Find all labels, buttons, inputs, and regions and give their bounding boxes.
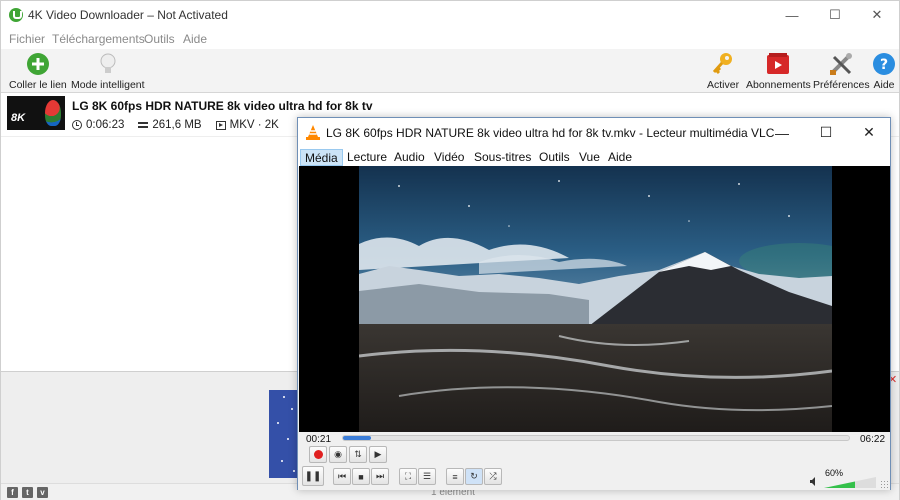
minimize-button[interactable]: — xyxy=(769,1,815,29)
help-label: Aide xyxy=(873,79,895,91)
download-meta: 0:06:23 261,6 MB MKV · 2K xyxy=(72,119,279,131)
twitter-icon[interactable]: t xyxy=(22,487,33,498)
vlc-menu-view[interactable]: Vue xyxy=(575,149,604,166)
shuffle-icon: ⤮ xyxy=(489,471,497,481)
seek-progress xyxy=(343,436,371,440)
playlist-button[interactable]: ≡ xyxy=(446,468,464,485)
shuffle-button[interactable]: ⤮ xyxy=(484,468,502,485)
app-logo-icon xyxy=(9,8,23,22)
menu-fichier[interactable]: Fichier xyxy=(9,32,45,46)
speaker-icon[interactable] xyxy=(810,477,819,486)
downloader-toolbar: Coller le lien Mode intelligent Activer … xyxy=(1,49,899,93)
menu-outils[interactable]: Outils xyxy=(144,32,175,46)
snapshot-button[interactable]: ◉ xyxy=(329,446,347,463)
maximize-button[interactable]: ☐ xyxy=(812,1,858,29)
loop-icon: ↻ xyxy=(470,471,478,481)
total-time: 06:22 xyxy=(860,434,886,445)
subscriptions-label: Abonnements xyxy=(746,79,811,91)
vlc-cone-icon xyxy=(306,125,320,140)
record-icon xyxy=(313,450,323,459)
help-icon: ? xyxy=(871,51,897,77)
previous-button[interactable]: ⏮ xyxy=(333,468,351,485)
subscriptions-icon xyxy=(765,51,791,77)
loop-button[interactable]: ↻ xyxy=(465,468,483,485)
stop-icon: ■ xyxy=(358,471,364,482)
playlist-icon: ≡ xyxy=(452,471,458,482)
tools-icon xyxy=(828,51,854,77)
downloader-titlebar: 4K Video Downloader – Not Activated — ☐ … xyxy=(1,1,899,29)
activate-button[interactable]: Activer xyxy=(707,51,739,91)
vlc-menu-subtitles[interactable]: Sous-titres xyxy=(470,149,535,166)
video-thumbnail: 8K xyxy=(7,96,65,130)
parrot-image xyxy=(45,100,61,126)
vlc-close-button[interactable]: ✕ xyxy=(847,118,891,147)
add-icon xyxy=(25,51,51,77)
frame-step-button[interactable]: ▶ xyxy=(369,446,387,463)
downloader-title: 4K Video Downloader – Not Activated xyxy=(28,8,228,22)
paste-link-label: Coller le lien xyxy=(9,79,67,91)
thumbnail-text: 8K xyxy=(11,112,26,124)
next-button[interactable]: ⏭ xyxy=(371,468,389,485)
vlc-menu-help[interactable]: Aide xyxy=(604,149,636,166)
video-frame xyxy=(359,166,832,432)
menu-telechargements[interactable]: Téléchargements xyxy=(52,32,145,46)
activate-label: Activer xyxy=(707,79,740,91)
resize-grip[interactable] xyxy=(880,480,888,488)
vlc-menu-lecture[interactable]: Lecture xyxy=(343,149,391,166)
download-duration: 0:06:23 xyxy=(86,119,125,131)
vlc-window: LG 8K 60fps HDR NATURE 8k video ultra hd… xyxy=(297,117,891,490)
smart-mode-label: Mode intelligent xyxy=(71,79,145,91)
elapsed-time: 00:21 xyxy=(306,434,332,445)
svg-text:?: ? xyxy=(880,57,888,73)
vimeo-icon[interactable]: v xyxy=(37,487,48,498)
vlc-menubar: Média Lecture Audio Vidéo Sous-titres Ou… xyxy=(298,147,890,167)
download-size: 261,6 MB xyxy=(152,119,202,131)
record-button[interactable] xyxy=(309,446,327,463)
frame-step-icon: ▶ xyxy=(374,449,382,459)
vlc-menu-video[interactable]: Vidéo xyxy=(430,149,468,166)
camera-icon: ◉ xyxy=(334,449,342,459)
next-icon: ⏭ xyxy=(375,471,385,481)
lightbulb-icon xyxy=(95,51,121,77)
video-format-icon xyxy=(215,120,226,130)
close-button[interactable]: ✕ xyxy=(854,1,900,29)
size-icon xyxy=(138,122,149,128)
key-icon xyxy=(710,51,736,77)
pause-button[interactable]: ❚❚ xyxy=(302,466,324,486)
fullscreen-icon: ⛶ xyxy=(404,471,412,481)
download-title: LG 8K 60fps HDR NATURE 8k video ultra hd… xyxy=(72,99,373,113)
vlc-title: LG 8K 60fps HDR NATURE 8k video ultra hd… xyxy=(326,126,775,140)
loop-ab-icon: ⇅ xyxy=(354,449,362,459)
preferences-label: Préférences xyxy=(813,79,870,91)
vlc-titlebar: LG 8K 60fps HDR NATURE 8k video ultra hd… xyxy=(298,118,890,147)
vlc-menu-tools[interactable]: Outils xyxy=(535,149,574,166)
clock-icon xyxy=(72,120,82,130)
extended-settings-button[interactable]: ☰ xyxy=(418,468,436,485)
seek-bar[interactable] xyxy=(342,435,850,441)
vlc-minimize-button[interactable]: — xyxy=(760,118,804,147)
vlc-menu-audio[interactable]: Audio xyxy=(390,149,429,166)
volume-fill xyxy=(824,477,856,488)
video-area[interactable] xyxy=(299,166,890,432)
menu-aide[interactable]: Aide xyxy=(183,32,207,46)
stop-button[interactable]: ■ xyxy=(352,468,370,485)
facebook-icon[interactable]: f xyxy=(7,487,18,498)
pause-icon: ❚❚ xyxy=(304,470,322,482)
vlc-maximize-button[interactable]: ☐ xyxy=(804,118,848,147)
vlc-menu-media[interactable]: Média xyxy=(300,149,343,166)
subscriptions-button[interactable]: Abonnements xyxy=(746,51,811,91)
volume-slider[interactable] xyxy=(824,477,876,488)
download-format: MKV · 2K xyxy=(229,119,279,131)
help-button[interactable]: ? Aide xyxy=(871,51,897,91)
preferences-button[interactable]: Préférences xyxy=(813,51,870,91)
previous-icon: ⏮ xyxy=(337,471,347,481)
fullscreen-button[interactable]: ⛶ xyxy=(399,468,417,485)
equalizer-icon: ☰ xyxy=(422,471,432,481)
loop-ab-button[interactable]: ⇅ xyxy=(349,446,367,463)
vlc-controls: 00:21 06:22 ◉ ⇅ ▶ ❚❚ ⏮ ■ ⏭ ⛶ ☰ ≡ ↻ ⤮ 60% xyxy=(298,432,890,490)
smart-mode-button[interactable]: Mode intelligent xyxy=(71,51,145,91)
paste-link-button[interactable]: Coller le lien xyxy=(9,51,67,91)
downloader-menubar: Fichier Téléchargements Outils Aide xyxy=(1,29,899,49)
